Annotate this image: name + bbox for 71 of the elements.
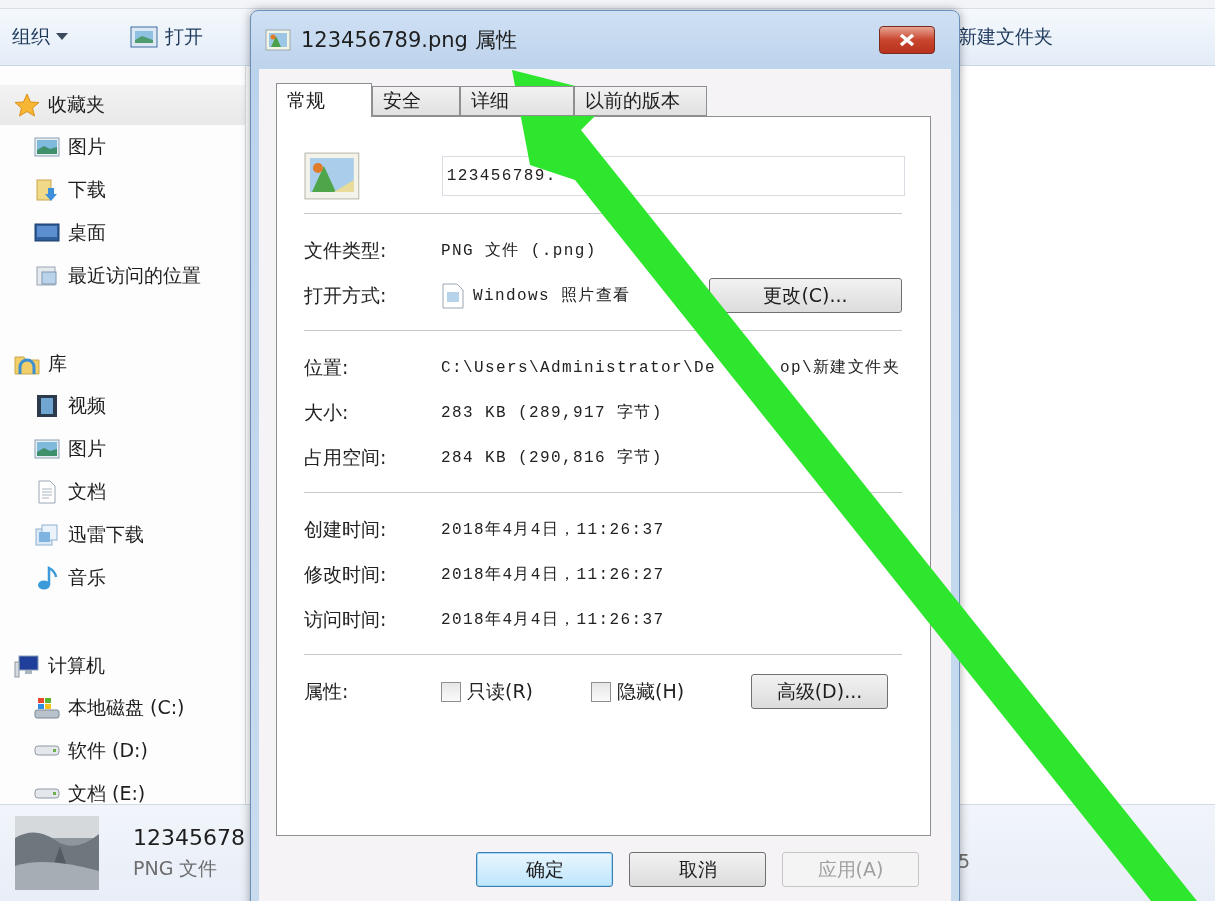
sidebar-item[interactable]: 视频 xyxy=(0,384,245,427)
detail-text: 5 xyxy=(958,850,971,872)
desktop-icon xyxy=(34,220,60,245)
image-file-icon xyxy=(304,152,360,200)
advanced-button[interactable]: 高级(D)... xyxy=(751,674,888,709)
toolbar-button[interactable]: 新建文件夹 xyxy=(958,24,1054,50)
property-label: 属性: xyxy=(304,678,350,704)
sidebar-group[interactable]: 收藏夹 xyxy=(0,85,245,125)
picture-icon xyxy=(34,134,60,159)
attribute-checkbox[interactable]: 隐藏(H) xyxy=(591,678,741,705)
sidebar-item[interactable]: 本地磁盘 (C:) xyxy=(0,686,245,729)
dialog-button[interactable]: 取消 xyxy=(629,852,766,887)
close-icon xyxy=(898,33,916,47)
image-file-icon xyxy=(265,29,291,51)
toolbar-button[interactable]: 组织 xyxy=(12,24,50,50)
property-label: 占用空间: xyxy=(304,444,388,470)
property-value: 283 KB (289,917 字节) xyxy=(441,402,663,423)
caret-icon xyxy=(56,33,68,41)
sidebar-item[interactable]: 文档 (E:) xyxy=(0,772,245,804)
dialog-button[interactable]: 确定 xyxy=(476,852,613,887)
checkbox[interactable] xyxy=(441,681,461,702)
sidebar-item[interactable]: 文档 xyxy=(0,470,245,513)
sidebar-item[interactable]: 最近访问的位置 xyxy=(0,254,245,297)
film-icon xyxy=(34,393,60,418)
file-type: PNG 文件 xyxy=(133,855,219,881)
recent-places-icon xyxy=(34,263,60,288)
system-drive-icon xyxy=(34,695,60,720)
sidebar-group[interactable]: 库 xyxy=(0,344,245,384)
property-label: 文件类型: xyxy=(304,237,388,263)
sidebar-group[interactable]: 计算机 xyxy=(0,646,245,686)
sidebar-item[interactable]: 图片 xyxy=(0,125,245,168)
checkbox[interactable] xyxy=(591,681,611,702)
sidebar-item[interactable]: 下载 xyxy=(0,168,245,211)
tab[interactable]: 详细 xyxy=(460,86,574,116)
property-value: 2018年4月4日，11:26:37 xyxy=(441,610,665,630)
property-label: 访问时间: xyxy=(304,606,388,632)
property-value: 2018年4月4日，11:26:27 xyxy=(441,565,665,585)
property-value: 2018年4月4日，11:26:37 xyxy=(441,520,665,540)
document-icon xyxy=(441,282,465,309)
property-label: 位置: xyxy=(304,354,350,380)
property-value: Windows 照片查看 xyxy=(473,286,631,306)
download-box-icon xyxy=(34,522,60,547)
sidebar-item[interactable]: 迅雷下载 xyxy=(0,513,245,556)
attribute-checkbox[interactable]: 只读(R) xyxy=(441,678,591,705)
star-icon xyxy=(14,93,40,117)
folder-download-icon xyxy=(34,177,60,202)
sidebar-item[interactable]: 图片 xyxy=(0,427,245,470)
tab[interactable]: 以前的版本 xyxy=(574,86,707,116)
sidebar-item[interactable]: 桌面 xyxy=(0,211,245,254)
property-label: 修改时间: xyxy=(304,561,388,587)
property-label: 大小: xyxy=(304,399,350,425)
file-name: 12345678 xyxy=(133,824,245,850)
window-title: 123456789.png 属性 xyxy=(301,27,518,54)
toolbar-button[interactable]: 打开 xyxy=(165,24,204,50)
close-button[interactable] xyxy=(879,26,935,54)
sidebar-item[interactable]: 软件 (D:) xyxy=(0,729,245,772)
sidebar-item[interactable]: 音乐 xyxy=(0,556,245,599)
property-value: 284 KB (290,816 字节) xyxy=(441,447,663,468)
property-value: PNG 文件 (.png) xyxy=(441,240,597,261)
drive-icon xyxy=(34,788,60,799)
picture-icon xyxy=(34,436,60,461)
property-label: 打开方式: xyxy=(304,282,388,308)
picture-icon xyxy=(129,25,160,49)
property-value: C:\Users\Administrator\De xyxy=(441,358,717,377)
property-value: op\新建文件夹 xyxy=(780,357,901,378)
tab[interactable]: 常规 xyxy=(276,83,372,117)
drive-icon xyxy=(34,745,60,756)
computer-icon xyxy=(14,654,40,678)
tab[interactable]: 安全 xyxy=(372,86,460,116)
change-button[interactable]: 更改(C)... xyxy=(709,278,902,313)
property-label: 创建时间: xyxy=(304,516,388,542)
